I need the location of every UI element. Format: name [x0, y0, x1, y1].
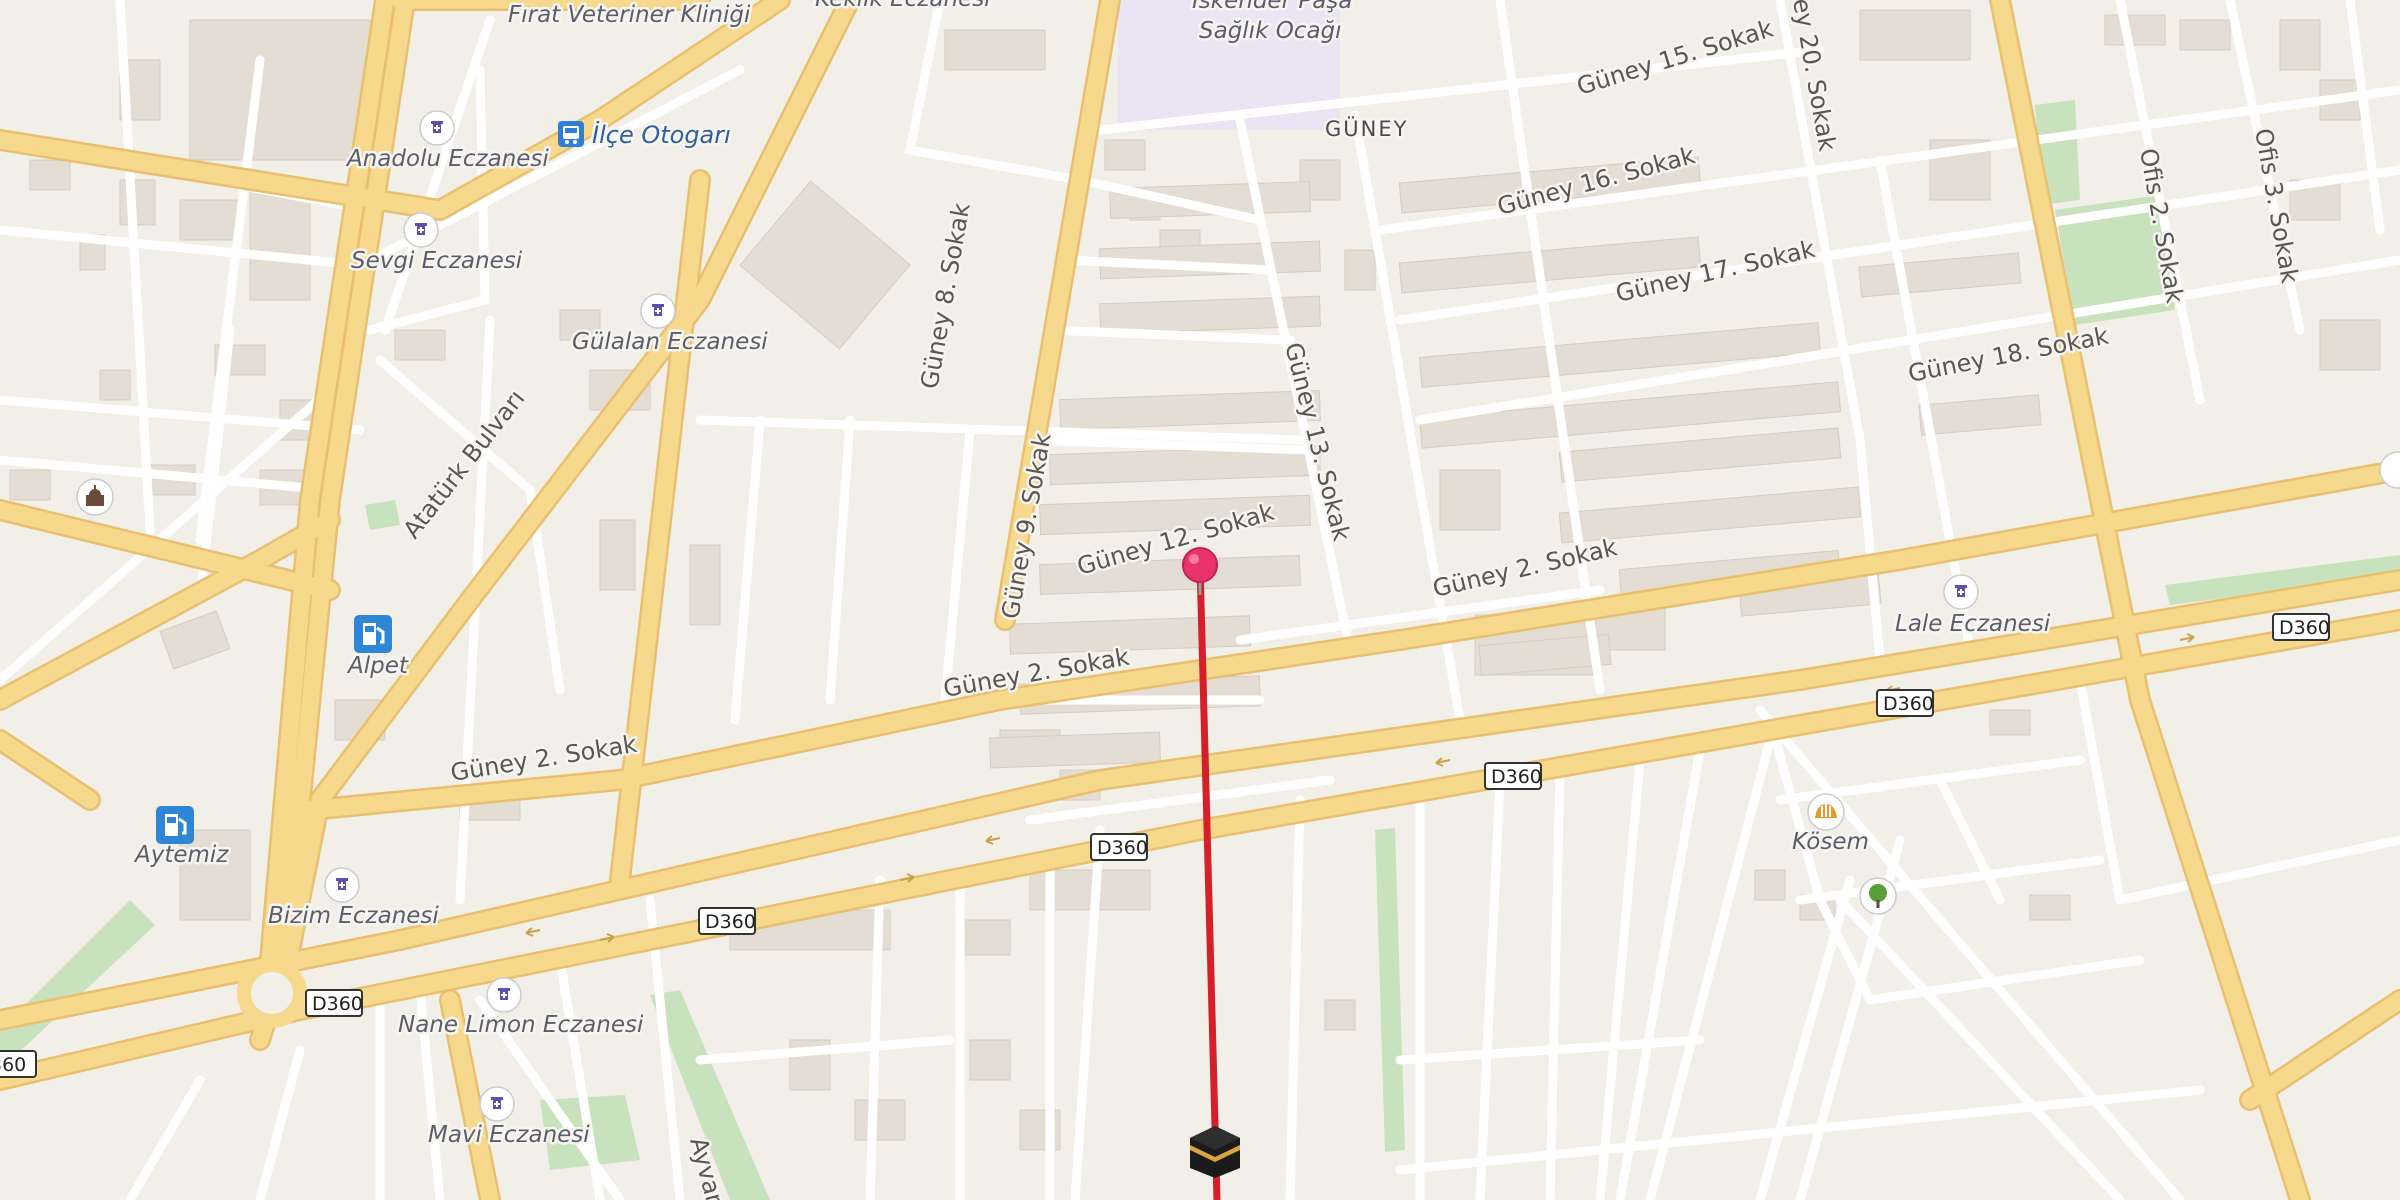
pharmacy-icon[interactable] — [640, 293, 676, 329]
poi-label-anadolu-eczanesi: Anadolu Eczanesi — [345, 146, 549, 172]
poi-label-iskender-pasa: İskender Paşa — [1192, 0, 1352, 14]
road-shield-d360: 360 — [0, 1050, 37, 1078]
road-shield-d360: D360 — [698, 907, 756, 935]
poi-label-sevgi-eczanesi: Sevgi Eczanesi — [351, 248, 523, 274]
poi-label-bizim-eczanesi: Bizim Eczanesi — [268, 903, 439, 929]
park-tree-icon[interactable] — [1859, 877, 1897, 915]
poi-label-keklik-eczanesi: Keklik Eczanesi — [815, 0, 991, 12]
road-shield-d360: D360 — [1090, 833, 1148, 861]
road-shield-d360: D360 — [305, 989, 363, 1017]
poi-label-alpet: Alpet — [346, 653, 409, 679]
pharmacy-icon[interactable] — [486, 977, 522, 1013]
pharmacy-icon[interactable] — [1943, 574, 1979, 610]
pharmacy-icon[interactable] — [419, 110, 455, 146]
poi-label-nane-limon-eczanesi: Nane Limon Eczanesi — [398, 1012, 644, 1038]
street-label-ataturk-bulvari: Atatürk Bulvarı — [398, 385, 531, 544]
pharmacy-icon[interactable] — [403, 212, 439, 248]
svg-text:D360: D360 — [705, 911, 756, 933]
park-area — [1375, 828, 1405, 1152]
poi-label-kosem: Kösem — [1792, 829, 1869, 855]
bakery-icon[interactable] — [1807, 793, 1845, 831]
poi-label-mavi-eczanesi: Mavi Eczanesi — [428, 1122, 590, 1148]
svg-text:D360: D360 — [1883, 693, 1934, 715]
svg-text:D360: D360 — [2279, 617, 2330, 639]
bus-station-icon[interactable] — [558, 121, 584, 147]
pharmacy-icon[interactable] — [479, 1086, 515, 1122]
road-shield-d360: D360 — [1484, 762, 1542, 790]
kaaba-qibla-icon[interactable] — [1190, 1126, 1240, 1178]
street-label-guney-8: Güney 8. Sokak — [915, 201, 975, 391]
pharmacy-icon[interactable] — [324, 867, 360, 903]
map-canvas[interactable]: Güney 15. Sokak Güney 16. Sokak Güney 17… — [0, 0, 2400, 1200]
poi-label-lale-eczanesi: Lale Eczanesi — [1895, 611, 2051, 637]
fuel-station-icon[interactable] — [156, 806, 194, 844]
svg-text:D360: D360 — [1491, 766, 1542, 788]
road-shield-d360: D360 — [2272, 613, 2330, 641]
fuel-station-icon[interactable] — [354, 615, 392, 653]
svg-text:D360: D360 — [1097, 837, 1148, 859]
poi-label-ilce-otogari: İlçe Otogarı — [592, 120, 731, 149]
monument-icon[interactable] — [76, 478, 114, 516]
svg-text:360: 360 — [0, 1054, 26, 1076]
poi-label-firat-veteriner: Fırat Veteriner Kliniği — [508, 2, 751, 28]
svg-text:D360: D360 — [312, 993, 363, 1015]
poi-label-saglik-ocagi: Sağlık Ocağı — [1199, 18, 1342, 44]
park-area — [365, 500, 400, 530]
poi-label-gulalan-eczanesi: Gülalan Eczanesi — [572, 329, 768, 355]
poi-label-aytemiz: Aytemiz — [133, 842, 229, 868]
area-label-guney: GÜNEY — [1325, 116, 1408, 141]
road-shield-d360: D360 — [1876, 689, 1934, 717]
map-svg: Güney 15. Sokak Güney 16. Sokak Güney 17… — [0, 0, 2400, 1200]
